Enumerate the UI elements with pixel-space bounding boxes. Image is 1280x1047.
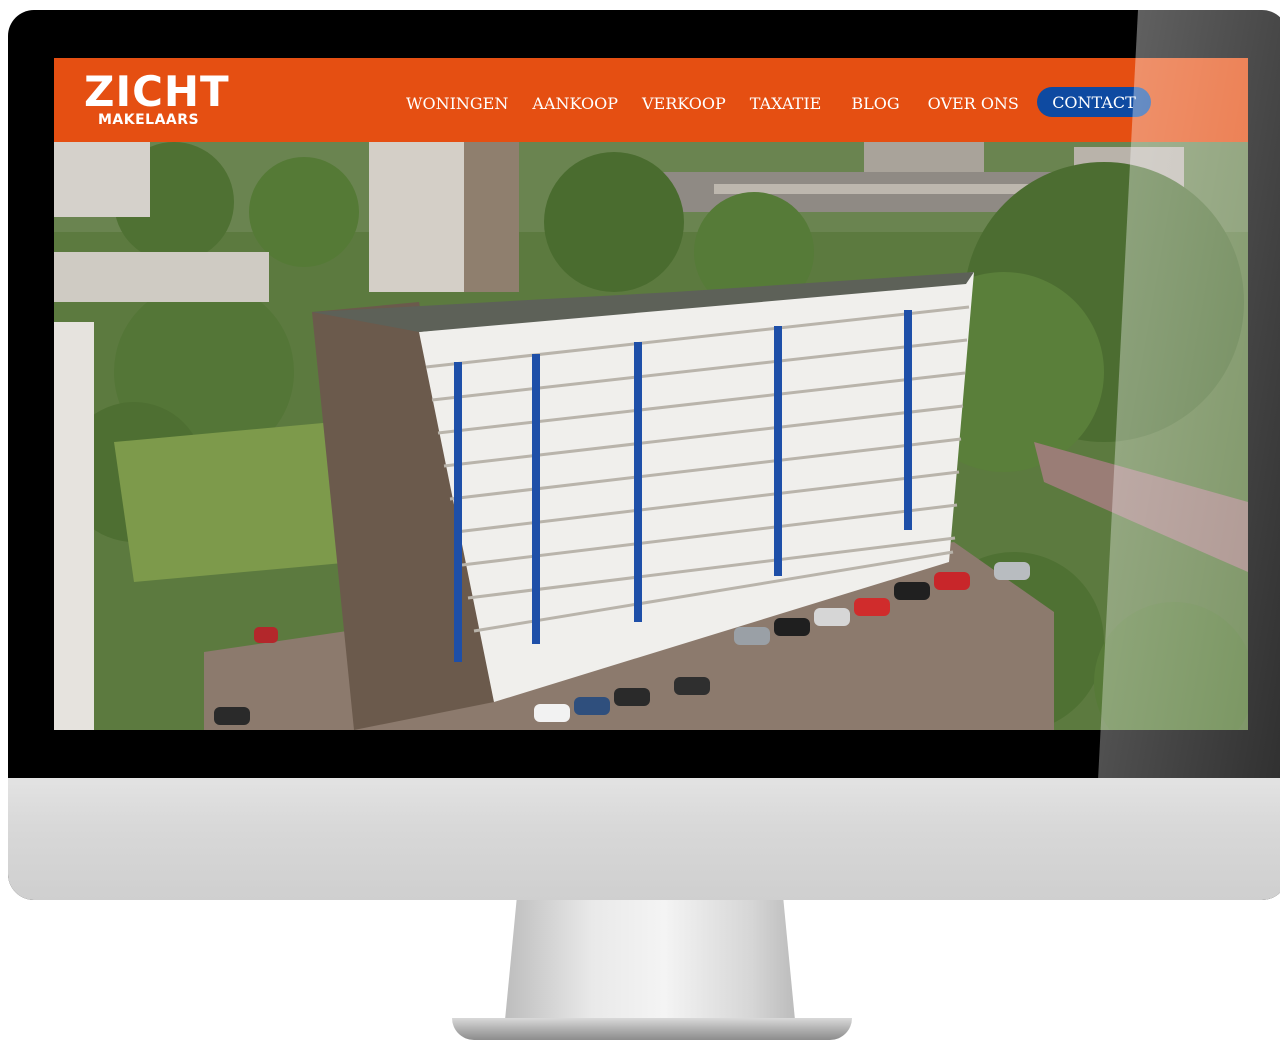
nav-item-woningen[interactable]: WONINGEN <box>406 94 508 113</box>
nav-item-blog[interactable]: BLOG <box>851 94 899 113</box>
monitor-frame: ZICHT MAKELAARS WONINGEN AANKOOP VERKOOP… <box>8 10 1280 900</box>
monitor-stand <box>505 900 795 1020</box>
nav-item-over-ons[interactable]: OVER ONS <box>928 94 1019 113</box>
monitor-chin <box>8 778 1280 900</box>
logo-wordmark: ZICHT <box>84 67 230 116</box>
site-header: ZICHT MAKELAARS WONINGEN AANKOOP VERKOOP… <box>54 58 1248 142</box>
nav-item-taxatie[interactable]: TAXATIE <box>750 94 822 113</box>
hero-photo <box>54 142 1248 730</box>
hero-image <box>54 142 1248 730</box>
main-nav: WONINGEN AANKOOP VERKOOP TAXATIE BLOG OV… <box>406 88 1043 118</box>
nav-item-aankoop[interactable]: AANKOOP <box>532 94 618 113</box>
browser-screen: ZICHT MAKELAARS WONINGEN AANKOOP VERKOOP… <box>54 58 1248 730</box>
contact-button[interactable]: CONTACT <box>1037 87 1151 117</box>
nav-item-verkoop[interactable]: VERKOOP <box>642 94 726 113</box>
logo-tagline: MAKELAARS <box>98 112 200 128</box>
monitor-base <box>452 1018 852 1040</box>
logo[interactable]: ZICHT MAKELAARS <box>84 70 234 130</box>
